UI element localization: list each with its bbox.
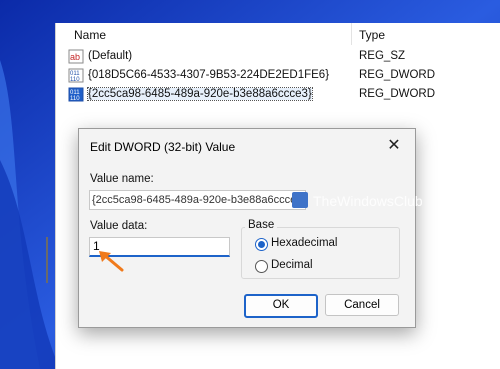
dword-value-icon: 011 110 <box>68 87 84 102</box>
column-divider[interactable] <box>351 23 352 45</box>
watermark-text: TheWindowsClub <box>313 193 423 209</box>
registry-row[interactable]: 011 110 {018D5C66-4533-4307-9B53-224DE2E… <box>68 67 488 85</box>
column-header-name[interactable]: Name <box>74 28 106 42</box>
edit-dword-dialog: Edit DWORD (32-bit) Value ✕ Value name: … <box>78 128 416 328</box>
scrollbar-thumb[interactable] <box>46 237 48 283</box>
cancel-button[interactable]: Cancel <box>325 294 399 316</box>
value-name: {2cc5ca98-6485-489a-920e-b3e88a6ccce3} <box>87 87 313 101</box>
value-type: REG_DWORD <box>359 88 436 100</box>
string-value-icon: ab <box>68 49 84 64</box>
value-name-label: Value name: <box>90 173 154 185</box>
column-header-type[interactable]: Type <box>359 28 385 42</box>
hexadecimal-radio[interactable] <box>255 238 268 251</box>
value-name-field[interactable]: {2cc5ca98-6485-489a-920e-b3e88a6ccce3} <box>89 190 307 210</box>
base-label: Base <box>245 219 278 231</box>
value-type: REG_DWORD <box>359 69 436 81</box>
svg-text:110: 110 <box>70 96 80 102</box>
registry-row[interactable]: ab (Default) REG_SZ <box>68 48 488 66</box>
svg-text:ab: ab <box>70 52 80 62</box>
ok-button[interactable]: OK <box>244 294 318 318</box>
value-name: (Default) <box>88 50 133 62</box>
dword-value-icon: 011 110 <box>68 68 84 83</box>
decimal-label[interactable]: Decimal <box>271 259 313 271</box>
annotation-arrow-icon <box>99 251 124 272</box>
value-name-text: {2cc5ca98-6485-489a-920e-b3e88a6ccce <box>92 194 297 206</box>
decimal-radio[interactable] <box>255 260 268 273</box>
close-button[interactable]: ✕ <box>381 134 407 158</box>
watermark-logo-icon <box>292 192 308 208</box>
value-name: {018D5C66-4533-4307-9B53-224DE2ED1FE6} <box>88 69 330 81</box>
value-type: REG_SZ <box>359 50 406 62</box>
registry-row-selected[interactable]: 011 110 {2cc5ca98-6485-489a-920e-b3e88a6… <box>68 86 488 104</box>
value-data-label: Value data: <box>90 220 148 232</box>
dialog-title: Edit DWORD (32-bit) Value <box>90 140 236 154</box>
svg-text:110: 110 <box>70 77 80 83</box>
hexadecimal-label[interactable]: Hexadecimal <box>271 237 337 249</box>
